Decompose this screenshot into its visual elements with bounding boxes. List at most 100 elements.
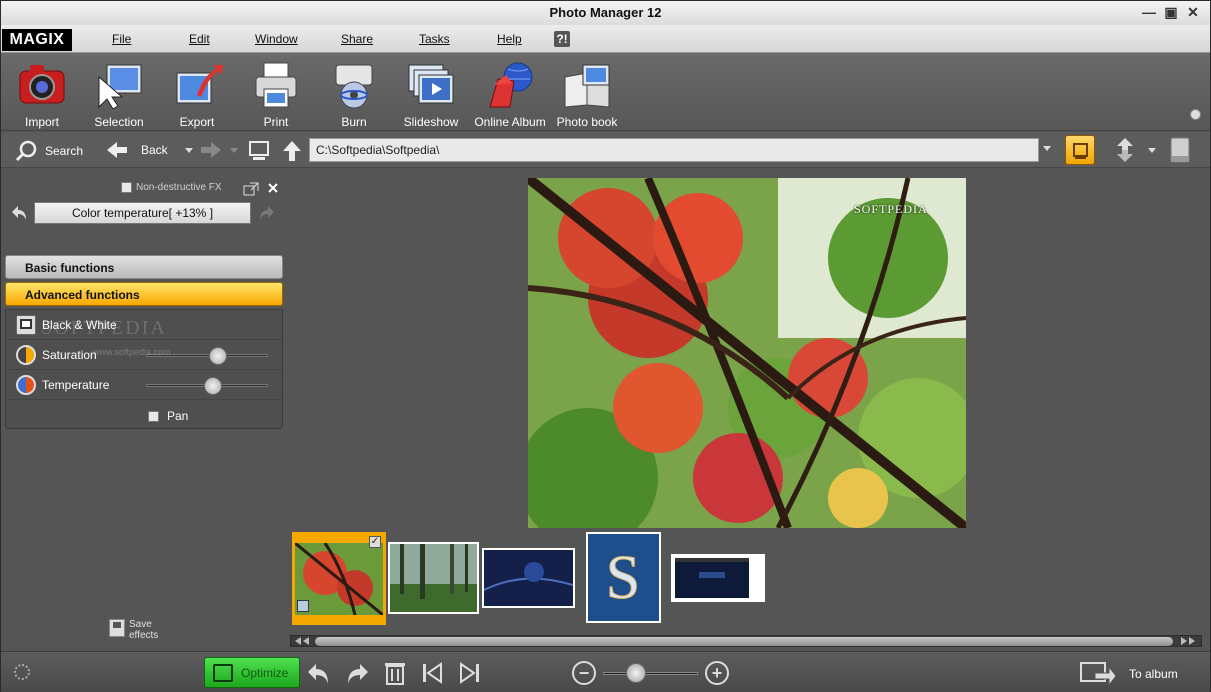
- back-label: Back: [141, 143, 168, 157]
- selection-label: Selection: [94, 115, 144, 129]
- camera-icon: [16, 59, 68, 109]
- pan-option[interactable]: Pan: [148, 409, 188, 423]
- main-toolbar: Import Selection Export Print Burn Slide…: [1, 53, 1210, 131]
- advanced-functions-section[interactable]: Advanced functions: [5, 282, 283, 306]
- export-button[interactable]: Export: [158, 59, 236, 129]
- next-photo-icon[interactable]: [457, 660, 483, 686]
- saturation-icon: [16, 345, 36, 365]
- computer-button[interactable]: [247, 140, 271, 162]
- undo-icon[interactable]: [306, 660, 332, 686]
- basic-functions-section[interactable]: Basic functions: [5, 255, 283, 279]
- non-destructive-fx-option[interactable]: Non-destructive FX: [121, 182, 222, 193]
- to-album-icon[interactable]: [1079, 659, 1117, 687]
- export-label: Export: [179, 115, 215, 129]
- saturation-slider-knob[interactable]: [209, 347, 228, 365]
- close-panel-icon[interactable]: [267, 182, 279, 194]
- photo-preview[interactable]: [528, 178, 966, 528]
- printer-icon: [250, 59, 302, 109]
- back-dropdown-icon[interactable]: [182, 145, 196, 155]
- svg-text:S: S: [606, 544, 640, 612]
- redo-icon[interactable]: [344, 660, 370, 686]
- delete-icon[interactable]: [382, 660, 408, 686]
- search-button[interactable]: Search: [15, 140, 83, 162]
- up-folder-button[interactable]: [281, 140, 303, 162]
- advanced-functions-list: Black & White Saturation Temperature Pan: [5, 309, 283, 429]
- forward-dropdown-icon[interactable]: [229, 145, 239, 155]
- menu-bar: MAGIX File Edit Window Share Tasks Help: [1, 25, 1210, 53]
- thumbnail-softpedia-screen[interactable]: [671, 554, 765, 602]
- save-disk-icon: [109, 619, 125, 637]
- magix-logo: MAGIX: [2, 29, 72, 51]
- scroll-left-icon[interactable]: [295, 637, 301, 645]
- filmstrip-scrollbar[interactable]: [290, 635, 1202, 647]
- title-bar: Photo Manager 12 — ▣ ✕: [1, 1, 1210, 25]
- selection-button[interactable]: Selection: [80, 59, 158, 129]
- redo-effect-icon[interactable]: [258, 204, 276, 222]
- menu-file[interactable]: File: [112, 32, 131, 46]
- pan-label: Pan: [167, 409, 189, 423]
- toolbar-options-dot[interactable]: [1190, 109, 1201, 120]
- back-button[interactable]: Back: [105, 140, 196, 160]
- undock-icon[interactable]: [243, 182, 259, 196]
- zoom-in-button[interactable]: +: [705, 661, 729, 685]
- export-icon: [171, 59, 223, 109]
- temperature-slider-knob[interactable]: [204, 377, 223, 395]
- magic-wand-icon: [213, 664, 233, 682]
- print-button[interactable]: Print: [237, 59, 315, 129]
- computer-icon: [249, 141, 269, 160]
- menu-edit[interactable]: Edit: [189, 32, 210, 46]
- menu-tasks[interactable]: Tasks: [419, 32, 450, 46]
- autumn-leaves-image: [528, 178, 966, 528]
- photo-book-button[interactable]: Photo book: [548, 59, 626, 129]
- slideshow-label: Slideshow: [403, 115, 459, 129]
- burn-label: Burn: [341, 115, 367, 129]
- black-white-row[interactable]: Black & White: [6, 310, 282, 340]
- activity-spinner-icon: [14, 664, 30, 680]
- context-help-icon[interactable]: ?!: [554, 31, 570, 47]
- sort-dropdown-icon[interactable]: [1147, 145, 1157, 155]
- temperature-slider[interactable]: [146, 377, 268, 395]
- zoom-slider[interactable]: [603, 672, 698, 675]
- sort-button[interactable]: [1111, 136, 1157, 164]
- save-effects-button[interactable]: Save effects: [109, 619, 158, 641]
- scroll-right-icon[interactable]: [1181, 637, 1187, 645]
- temperature-label: Temperature: [42, 378, 110, 392]
- panel-toggle-button[interactable]: [1168, 136, 1192, 164]
- scrollbar-thumb[interactable]: [315, 637, 1173, 646]
- black-white-label: Black & White: [42, 318, 117, 332]
- view-mode-button[interactable]: [1065, 135, 1095, 165]
- menu-help[interactable]: Help: [497, 32, 522, 46]
- maximize-icon[interactable]: ▣: [1164, 4, 1178, 20]
- optimize-button[interactable]: Optimize: [204, 657, 300, 688]
- temperature-icon: [16, 375, 36, 395]
- forward-button[interactable]: [199, 140, 239, 160]
- saturation-row: Saturation: [6, 340, 282, 370]
- online-album-button[interactable]: Online Album: [471, 59, 549, 129]
- path-dropdown-icon[interactable]: [1043, 146, 1051, 151]
- import-button[interactable]: Import: [3, 59, 81, 129]
- thumbnail-check-icon[interactable]: ✓: [369, 536, 381, 548]
- menu-window[interactable]: Window: [255, 32, 298, 46]
- thumbnail-blue-wallpaper[interactable]: [482, 548, 575, 608]
- sort-arrows-icon: [1117, 138, 1133, 162]
- previous-photo-icon[interactable]: [419, 660, 445, 686]
- path-field[interactable]: C:\Softpedia\Softpedia\: [309, 138, 1039, 162]
- burn-button[interactable]: Burn: [315, 59, 393, 129]
- saturation-slider[interactable]: [146, 347, 268, 365]
- thumbnail-autumn-leaves[interactable]: ✓: [292, 532, 386, 625]
- menu-share[interactable]: Share: [341, 32, 373, 46]
- optimize-label: Optimize: [241, 666, 289, 680]
- zoom-out-button[interactable]: −: [572, 661, 596, 685]
- slideshow-button[interactable]: Slideshow: [392, 59, 470, 129]
- search-icon: [15, 140, 37, 162]
- non-destructive-checkbox[interactable]: [121, 182, 132, 193]
- undo-effect-icon[interactable]: [10, 204, 28, 222]
- zoom-slider-knob[interactable]: [625, 663, 646, 683]
- thumbnail-softpedia-s-logo[interactable]: S: [586, 532, 661, 623]
- online-album-label: Online Album: [474, 115, 546, 129]
- thumbnail-misty-forest[interactable]: [388, 542, 479, 614]
- close-icon[interactable]: ✕: [1186, 4, 1200, 20]
- minimize-icon[interactable]: —: [1142, 4, 1156, 20]
- to-album-label[interactable]: To album: [1129, 667, 1178, 681]
- pan-checkbox[interactable]: [148, 410, 159, 422]
